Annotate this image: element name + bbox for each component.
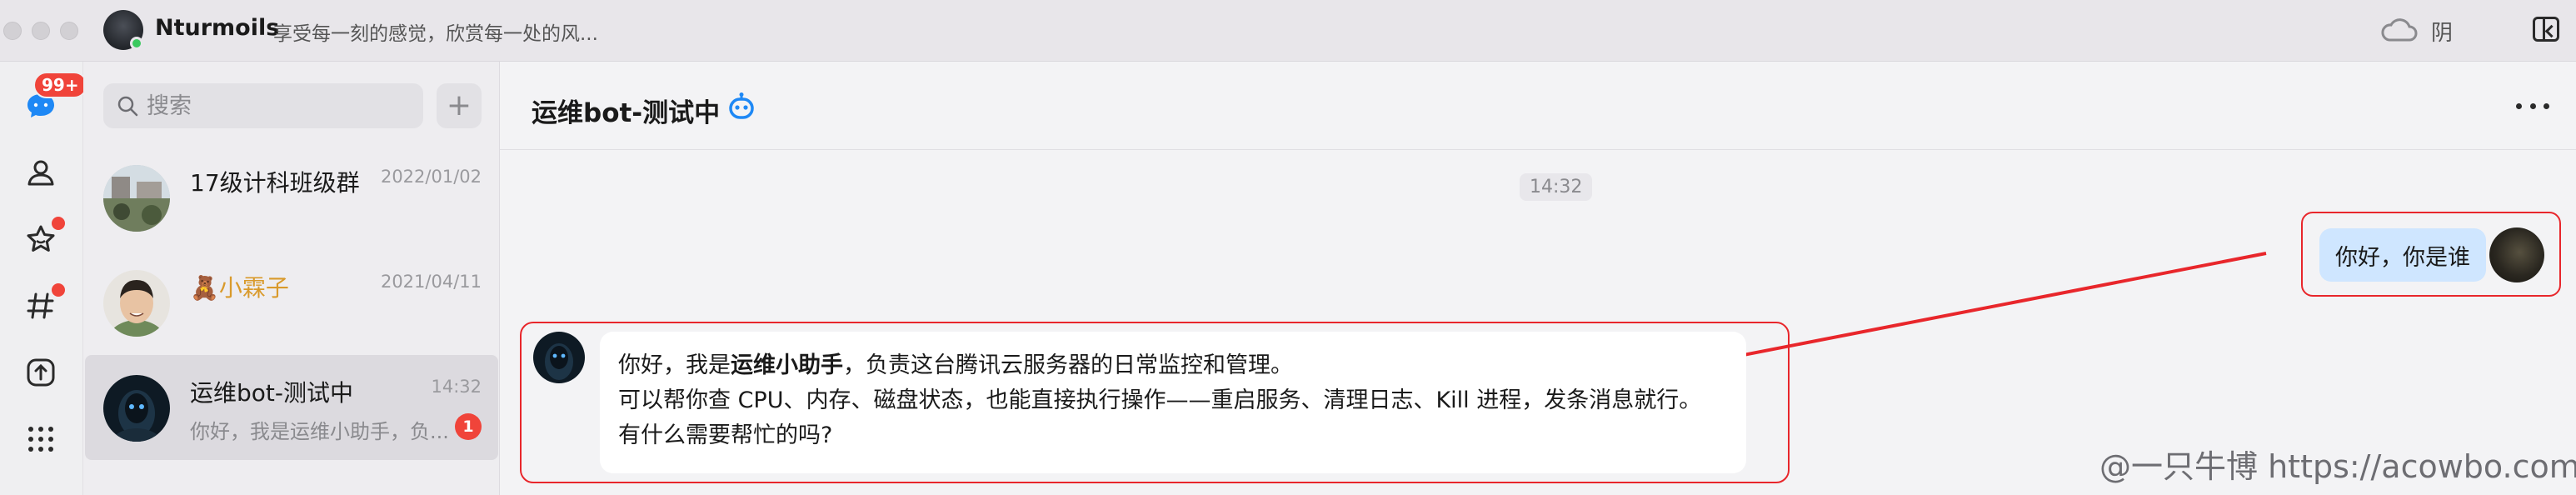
cloud-icon: [2381, 18, 2418, 42]
weather-text: 阴: [2431, 21, 2454, 46]
message-bold-text: 运维小助手: [731, 352, 843, 378]
close-window-button[interactable]: [3, 22, 22, 40]
user-name: Nturmoils: [155, 15, 280, 41]
plus-icon: +: [446, 88, 472, 122]
conversation-time: 2021/04/11: [380, 272, 482, 292]
minimize-window-button[interactable]: [32, 22, 50, 40]
favorites-dot: [52, 217, 65, 230]
conversation-item[interactable]: 🧸小霖子 2021/04/11: [85, 250, 498, 355]
app-icon: [27, 358, 55, 387]
chat-header: 运维bot-测试中: [500, 62, 2576, 150]
message-line: 有什么需要帮忙的吗?: [618, 422, 833, 448]
nav-apps-grid[interactable]: [22, 420, 60, 458]
message-line: 可以帮你查 CPU、内存、磁盘状态，也能直接执行操作——重启服务、清理日志、Ki…: [618, 388, 1702, 413]
watermark: @一只牛博 https://acowbo.com: [2099, 448, 2576, 485]
message-time-separator: 14:32: [1520, 173, 1593, 201]
add-button[interactable]: +: [437, 83, 482, 128]
user-status-text[interactable]: 享受每一刻的感觉，欣赏每一处的风...: [273, 18, 598, 46]
conversation-name: 17级计科班级群: [190, 169, 360, 197]
conversation-item-active[interactable]: 运维bot-测试中 14:32 你好，我是运维小助手，负... 1: [85, 355, 498, 460]
incoming-message-bubble[interactable]: 你好，我是运维小助手，负责这台腾讯云服务器的日常监控和管理。 可以帮你查 CPU…: [600, 332, 1746, 473]
conversation-name-text: 小霖子: [218, 274, 289, 302]
channels-dot: [52, 283, 65, 297]
conversation-item[interactable]: 17级计科班级群 2022/01/02: [85, 145, 498, 250]
conversation-list: + 17级计科班级群 2022/01/02: [83, 62, 500, 495]
more-options-icon[interactable]: [2516, 93, 2549, 118]
search-box: [103, 83, 423, 128]
bot-avatar: [103, 375, 170, 442]
bot-message-avatar[interactable]: [533, 332, 585, 383]
conversation-time: 14:32: [431, 377, 482, 397]
teddy-bear-emoji: 🧸: [190, 274, 219, 302]
unread-count-badge: 1: [455, 413, 482, 440]
unread-badge: 99+: [33, 72, 87, 98]
contacts-icon: [27, 160, 54, 186]
conversation-time: 2022/01/02: [380, 167, 482, 187]
conversation-name: 运维bot-测试中: [190, 379, 353, 407]
robot-icon[interactable]: [726, 92, 756, 122]
chat-panel: 运维bot-测试中 14:32 你好，你是谁 你好，我是运维小助手，负责这台腾讯…: [500, 62, 2576, 495]
nav-app[interactable]: [22, 353, 60, 392]
title-bar: Nturmoils 享受每一刻的感觉，欣赏每一处的风... 阴: [0, 0, 2576, 62]
conversation-name: 🧸小霖子: [190, 270, 289, 303]
nav-contacts[interactable]: [22, 153, 60, 192]
online-status-dot: [130, 37, 143, 50]
message-text: 你好，我是: [618, 352, 731, 378]
message-text: ，负责这台腾讯云服务器的日常监控和管理。: [843, 352, 1293, 378]
group-avatar: [103, 165, 170, 232]
apps-grid-icon: [28, 427, 53, 452]
chat-title: 运维bot-测试中: [532, 98, 721, 128]
search-icon: [117, 96, 138, 117]
search-input[interactable]: [147, 83, 413, 128]
contact-avatar: [103, 270, 170, 337]
zoom-window-button[interactable]: [60, 22, 78, 40]
message-line: 你好，我是运维小助手，负责这台腾讯云服务器的日常监控和管理。: [618, 348, 1746, 383]
conversation-preview: 你好，我是运维小助手，负...: [190, 420, 448, 443]
nav-rail: 99+: [0, 62, 87, 495]
collapse-panel-icon[interactable]: [2533, 17, 2559, 42]
